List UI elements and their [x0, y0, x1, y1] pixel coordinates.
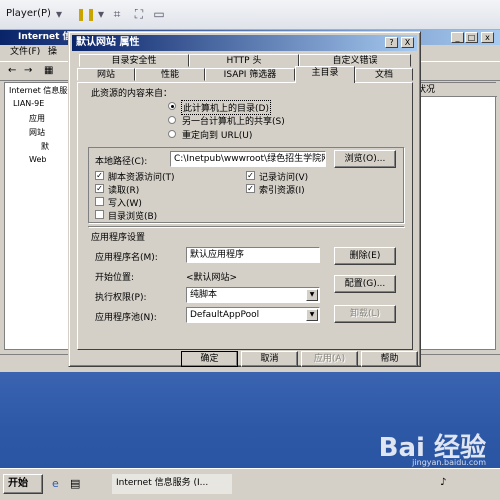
iis-window-title: Internet 信 [18, 32, 72, 42]
close-icon[interactable]: X [401, 37, 414, 48]
checkbox-directory-browsing[interactable] [95, 210, 104, 219]
help-button[interactable]: 帮助 [361, 351, 418, 367]
iis-list-pane: 状况 [410, 82, 497, 350]
tab-http-headers[interactable]: HTTP 头 [189, 54, 299, 67]
divider [88, 226, 404, 227]
radio-network-share[interactable] [168, 116, 176, 124]
tree-item[interactable]: Web [29, 155, 46, 164]
tree-item[interactable]: 网站 [29, 127, 45, 138]
source-label: 此资源的内容来自： [91, 89, 173, 99]
network-icon[interactable]: ⌗ [110, 7, 124, 21]
taskbar-item-iis[interactable]: Internet 信息服务 (I... [112, 474, 232, 494]
taskbar: 开始 e ▤ Internet 信息服务 (I... ♪ [0, 468, 500, 500]
vm-player-toolbar: Player(P) ▾ ❚❚ ▾ ⌗ ⛶ ▭ [0, 0, 500, 30]
tab-documents[interactable]: 文档 [355, 68, 413, 81]
dropdown-arrow-icon[interactable]: ▼ [306, 309, 318, 321]
checkbox-label[interactable]: 读取(R) [108, 183, 139, 196]
player-menu[interactable]: Player(P) [6, 8, 51, 19]
minimize-icon[interactable]: _ [451, 32, 464, 43]
pause-icon[interactable]: ❚❚ [76, 7, 96, 21]
watermark-url: jingyan.baidu.com [412, 458, 486, 467]
checkbox-label[interactable]: 写入(W) [108, 196, 142, 209]
tab-isapi-filters[interactable]: ISAPI 筛选器 [205, 68, 295, 81]
ie-icon[interactable]: e [52, 477, 59, 490]
cancel-button[interactable]: 取消 [241, 351, 298, 367]
grid-icon[interactable]: ▦ [44, 65, 53, 76]
back-arrow-icon[interactable]: ← [8, 65, 16, 76]
close-icon[interactable]: x [481, 32, 494, 43]
tab-website[interactable]: 网站 [77, 68, 135, 81]
start-point-label: 开始位置: [95, 273, 135, 283]
checkbox-label[interactable]: 目录浏览(B) [108, 209, 157, 222]
tree-item[interactable]: Internet 信息服务 [9, 85, 75, 96]
unity-icon[interactable]: ▭ [152, 7, 166, 21]
radio-redirect-url[interactable] [168, 130, 176, 138]
browse-button[interactable]: 浏览(O)... [334, 150, 396, 168]
dropdown-arrow-icon[interactable]: ▼ [306, 289, 318, 301]
help-icon[interactable]: ? [385, 37, 398, 48]
maximize-icon[interactable]: □ [465, 32, 478, 43]
dialog-title: 默认网站 属性 [76, 37, 140, 48]
tab-home-directory[interactable]: 主目录 [295, 66, 355, 83]
start-button[interactable]: 开始 [3, 474, 43, 494]
local-path-label: 本地路径(C): [95, 157, 148, 167]
app-pool-label: 应用程序池(N): [95, 313, 157, 323]
app-pool-value: DefaultAppPool [190, 310, 260, 320]
tree-item[interactable]: LIAN-9E [13, 99, 44, 108]
menu-file[interactable]: 文件(F) [10, 45, 40, 60]
checkbox-read[interactable]: ✓ [95, 184, 104, 193]
radio-label[interactable]: 另一台计算机上的共享(S) [182, 114, 285, 127]
ok-button[interactable]: 确定 [181, 351, 238, 367]
radio-local-directory[interactable] [168, 102, 176, 110]
local-path-input[interactable]: C:\Inetpub\wwwroot\绿色招生学院网 [170, 151, 326, 167]
properties-dialog: 默认网站 属性 ? X 目录安全性 HTTP 头 自定义错误 网站 性能 ISA… [68, 31, 421, 367]
taskbar-item-label: Internet 信息服务 (I... [116, 478, 209, 488]
config-button[interactable]: 配置(G)... [334, 275, 396, 293]
app-name-label: 应用程序名(M): [95, 253, 158, 263]
radio-label[interactable]: 重定向到 URL(U) [182, 128, 252, 141]
checkbox-script-access[interactable]: ✓ [95, 171, 104, 180]
checkbox-label[interactable]: 记录访问(V) [259, 170, 308, 183]
remove-button[interactable]: 删除(E) [334, 247, 396, 265]
exec-permission-value: 纯脚本 [190, 290, 218, 300]
dropdown-arrow-icon[interactable]: ▾ [52, 7, 66, 21]
checkbox-index-resource[interactable]: ✓ [246, 184, 255, 193]
tab-directory-security[interactable]: 目录安全性 [79, 54, 189, 67]
menu-action[interactable]: 操 [48, 45, 57, 60]
tray-icon[interactable]: ♪ [440, 477, 446, 488]
start-point-value: <默认网站> [186, 273, 238, 283]
checkbox-label[interactable]: 索引资源(I) [259, 183, 305, 196]
tab-performance[interactable]: 性能 [135, 68, 205, 81]
checkbox-write[interactable] [95, 197, 104, 206]
tree-item[interactable]: 默 [41, 141, 49, 152]
checkbox-log-visits[interactable]: ✓ [246, 171, 255, 180]
app-settings-label: 应用程序设置 [91, 233, 146, 243]
apply-button[interactable]: 应用(A) [301, 351, 358, 367]
radio-label[interactable]: 此计算机上的目录(D) [181, 100, 271, 115]
column-header-status[interactable]: 状况 [411, 83, 497, 97]
dialog-titlebar: 默认网站 属性 [72, 35, 417, 51]
checkbox-label[interactable]: 脚本资源访问(T) [108, 170, 175, 183]
exec-permission-label: 执行权限(P): [95, 293, 147, 303]
app-pool-select[interactable]: DefaultAppPool ▼ [186, 307, 320, 323]
forward-arrow-icon[interactable]: → [24, 65, 32, 76]
iis-tree-pane: Internet 信息服务 LIAN-9E 应用 网站 默 Web [4, 82, 75, 350]
desktop: Bai 经验 jingyan.baidu.com [0, 372, 500, 468]
dropdown-arrow-icon[interactable]: ▾ [94, 7, 108, 21]
fullscreen-icon[interactable]: ⛶ [132, 7, 146, 21]
exec-permission-select[interactable]: 纯脚本 ▼ [186, 287, 320, 303]
home-directory-panel: 此资源的内容来自： 此计算机上的目录(D) 另一台计算机上的共享(S) 重定向到… [77, 82, 413, 350]
unload-button[interactable]: 卸载(L) [334, 305, 396, 323]
explorer-icon[interactable]: ▤ [70, 477, 80, 490]
app-name-input[interactable]: 默认应用程序 [186, 247, 320, 263]
tree-item[interactable]: 应用 [29, 113, 45, 124]
start-label: 开始 [8, 478, 28, 489]
